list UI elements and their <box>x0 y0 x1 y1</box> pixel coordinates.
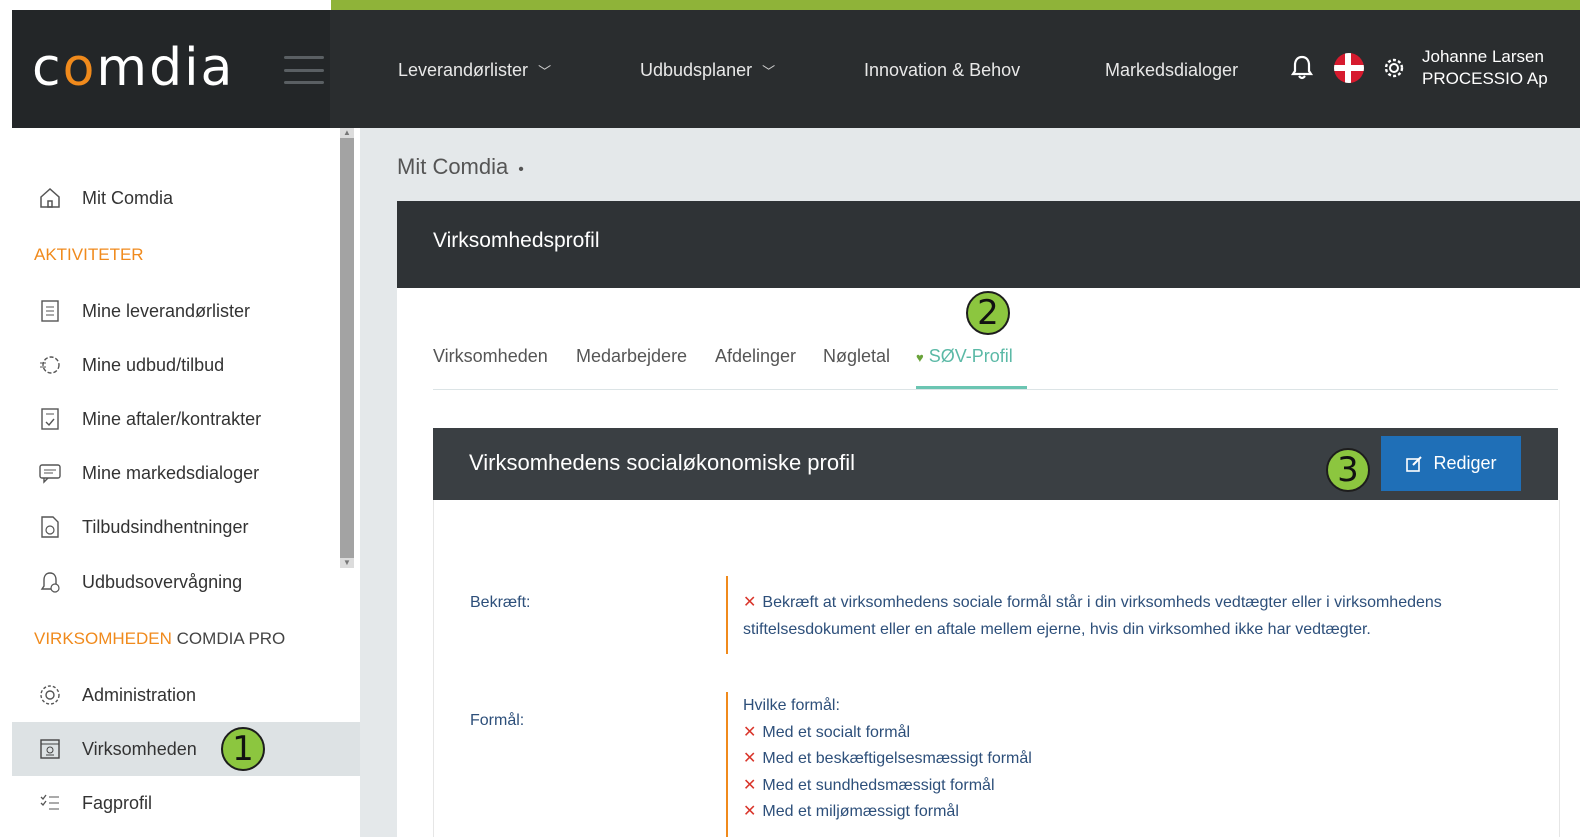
sidebar-item-tilbudsindhentninger[interactable]: Tilbudsindhentninger <box>12 500 360 554</box>
breadcrumb-item[interactable]: Mit Comdia <box>397 154 508 179</box>
danish-flag-icon[interactable] <box>1334 53 1364 83</box>
user-name: Johanne Larsen <box>1422 47 1544 66</box>
top-navigation-bar: comdia Leverandørlister ﹀ Udbudsplaner ﹀ I… <box>12 10 1580 128</box>
cross-icon: ✕ <box>743 594 757 611</box>
bekraeft-label: Bekræft: <box>470 594 531 611</box>
sidebar-item-virksomheden[interactable]: Virksomheden <box>12 722 360 776</box>
tabs-divider <box>433 389 1558 390</box>
nav-leverandorlister[interactable]: Leverandørlister ﹀ <box>398 60 551 81</box>
sidebar-item-mit-comdia[interactable]: Mit Comdia <box>12 171 360 225</box>
list-document-icon <box>36 297 64 325</box>
heart-icon: ♥ <box>916 350 924 365</box>
field-marker <box>726 576 728 654</box>
tab-nogletal[interactable]: Nøgletal <box>823 346 890 367</box>
user-menu[interactable]: Johanne Larsen PROCESSIO Ap <box>1422 46 1548 90</box>
comdia-pro-label: COMDIA PRO <box>176 629 286 648</box>
annotation-badge-3: 3 <box>1326 448 1370 492</box>
breadcrumb-separator: • <box>518 161 524 178</box>
edit-icon <box>1406 455 1423 472</box>
gear-icon[interactable] <box>1380 54 1408 82</box>
cross-icon: ✕ <box>743 750 757 767</box>
annotation-badge-2: 2 <box>966 291 1010 335</box>
card-title: Virksomhedens socialøkonomiske profil <box>469 450 855 475</box>
tab-sov-profil[interactable]: ♥ SØV-Profil <box>916 346 1013 367</box>
page-title: Virksomhedsprofil <box>433 229 600 252</box>
bell-icon[interactable] <box>1290 55 1314 81</box>
checklist-icon <box>36 789 64 817</box>
scroll-up-arrow-icon[interactable]: ▲ <box>340 128 354 138</box>
formaal-value: Hvilke formål: ✕ Med et socialt formål ✕ M… <box>743 693 1533 826</box>
top-left-margin <box>0 0 331 10</box>
company-card-icon <box>36 735 64 763</box>
home-icon <box>36 184 64 212</box>
sidebar-item-aftaler-kontrakter[interactable]: Mine aftaler/kontrakter <box>12 392 360 446</box>
nav-udbudsplaner[interactable]: Udbudsplaner ﹀ <box>640 60 775 81</box>
formaal-label: Formål: <box>470 712 525 729</box>
field-marker <box>726 692 728 837</box>
nav-markedsdialoger[interactable]: Markedsdialoger <box>1105 60 1238 81</box>
cross-icon: ✕ <box>743 803 757 820</box>
nav-innovation-behov[interactable]: Innovation & Behov <box>864 60 1020 81</box>
breadcrumb: Mit Comdia • <box>397 154 524 180</box>
section-virksomheden: VIRKSOMHEDEN COMDIA PRO <box>34 629 286 648</box>
sidebar-item-administration[interactable]: Administration <box>12 668 360 722</box>
top-accent-strip <box>331 0 1580 10</box>
chevron-down-icon: ﹀ <box>538 64 552 79</box>
bell-clock-icon <box>36 568 64 596</box>
edit-button[interactable]: Rediger <box>1381 436 1521 491</box>
cross-icon: ✕ <box>743 723 757 741</box>
list-item: ✕ Med et beskæftigelsesmæssigt formål <box>743 750 1032 767</box>
comdia-logo[interactable]: comdia <box>32 38 234 98</box>
list-item: ✕ Med et sundhedsmæssigt formål <box>743 776 995 794</box>
section-aktiviteter: AKTIVITETER <box>34 245 144 264</box>
tab-medarbejdere[interactable]: Medarbejdere <box>576 346 687 367</box>
annotation-badge-1: 1 <box>221 727 265 771</box>
sidebar-item-udbud-tilbud[interactable]: Mine udbud/tilbud <box>12 338 360 392</box>
sidebar-item-udbudsovervagning[interactable]: Udbudsovervågning <box>12 555 360 609</box>
list-item: ✕ Med et miljømæssigt formål <box>743 803 959 820</box>
hamburger-menu-icon[interactable] <box>284 56 324 84</box>
chat-icon <box>36 459 64 487</box>
bekraeft-value: ✕ Bekræft at virksomhedens sociale formål… <box>743 594 1442 638</box>
handshake-icon <box>36 351 64 379</box>
sidebar-item-markedsdialoger[interactable]: Mine markedsdialoger <box>12 446 360 500</box>
sidebar-item-leverandorlister[interactable]: Mine leverandørlister <box>12 284 360 338</box>
gear-icon <box>36 681 64 709</box>
sidebar-item-fagprofil[interactable]: Fagprofil <box>12 776 360 830</box>
tab-afdelinger[interactable]: Afdelinger <box>715 346 796 367</box>
chevron-down-icon: ﹀ <box>762 64 776 79</box>
logo-area: comdia <box>12 10 330 128</box>
document-clock-icon <box>36 513 64 541</box>
contract-icon <box>36 405 64 433</box>
cross-icon: ✕ <box>743 776 757 794</box>
active-tab-indicator <box>916 386 1027 389</box>
user-company: PROCESSIO Ap <box>1422 69 1548 88</box>
tab-virksomheden[interactable]: Virksomheden <box>433 346 548 367</box>
list-item: ✕ Med et socialt formål <box>743 723 911 741</box>
